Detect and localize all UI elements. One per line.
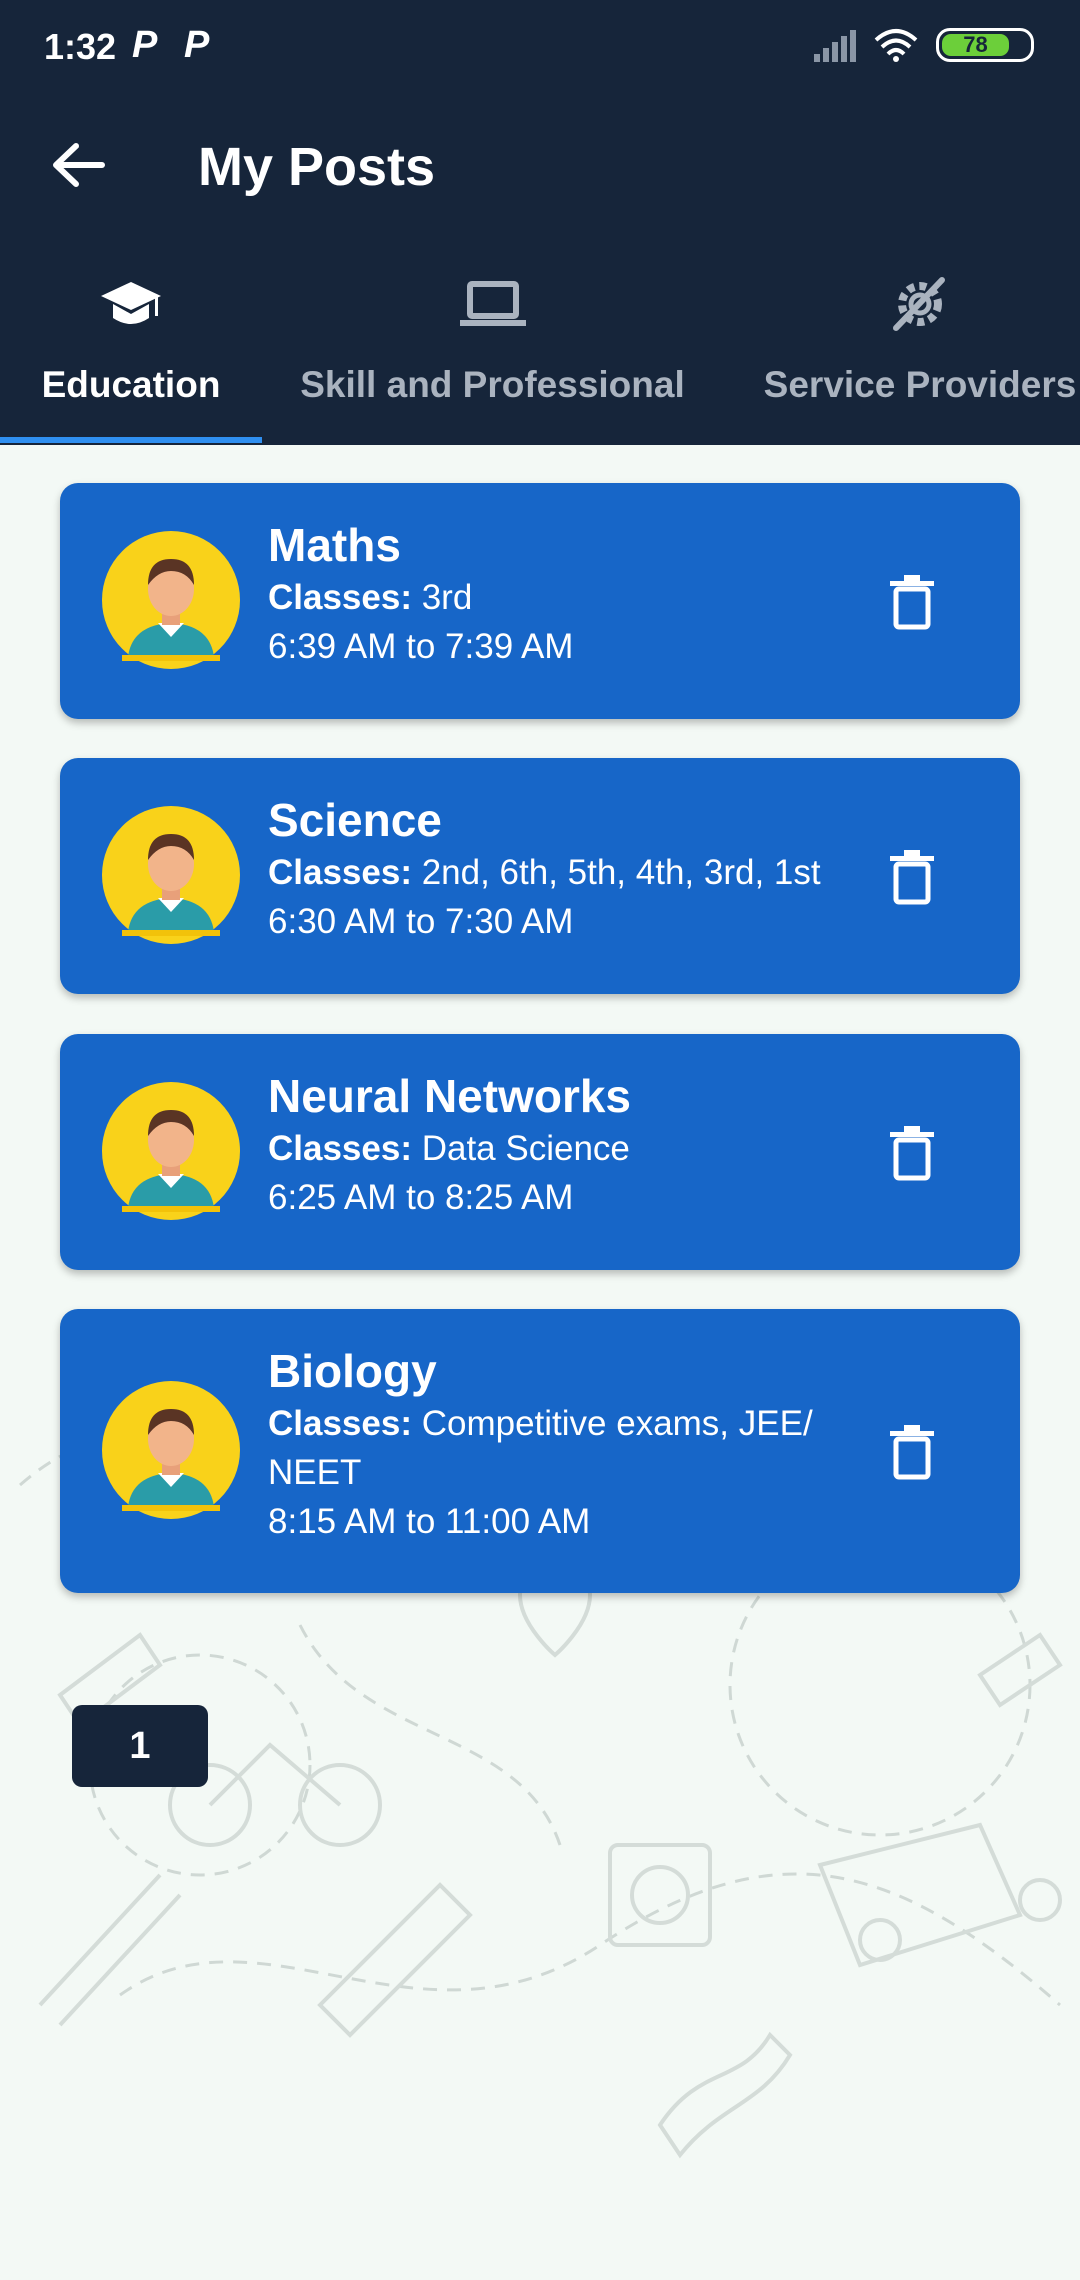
post-details: Science Classes: 2nd, 6th, 5th, 4th, 3rd…: [268, 792, 908, 946]
tab-label: Service Providers: [763, 364, 1077, 405]
back-arrow-icon[interactable]: [48, 140, 108, 190]
classes-value: 3rd: [411, 578, 473, 617]
signal-icon: [814, 30, 856, 62]
toolbar: My Posts: [0, 110, 1080, 220]
classes-label: Classes:: [268, 1404, 412, 1443]
delete-icon[interactable]: [882, 1421, 942, 1481]
tab-indicator: [0, 437, 262, 443]
classes-label: Classes:: [268, 1129, 412, 1168]
page-title: My Posts: [198, 137, 436, 197]
tab-bar: Education Skill and Professional Service…: [0, 250, 1080, 445]
post-time: 6:39 AM to 7:39 AM: [268, 627, 574, 666]
tab-education[interactable]: Education: [0, 250, 262, 445]
post-subject: Maths: [268, 519, 401, 571]
delete-icon[interactable]: [882, 571, 942, 631]
laptop-icon: [459, 281, 526, 326]
tools-gear-icon: [893, 277, 945, 331]
status-bar: 1:32 P P 78: [0, 0, 1080, 96]
battery-level: 78: [942, 32, 1010, 57]
post-subject: Science: [268, 794, 442, 846]
post-classes: Classes: Data Science: [268, 1124, 908, 1173]
post-details: Neural Networks Classes: Data Science 6:…: [268, 1068, 908, 1222]
graduation-cap-icon: [101, 282, 161, 324]
post-card[interactable]: Neural Networks Classes: Data Science 6:…: [60, 1034, 1020, 1270]
notification-icon: P: [184, 24, 210, 66]
classes-value: 2nd, 6th, 5th, 4th, 3rd, 1st: [411, 853, 821, 892]
tab-label: Skill and Professional: [300, 364, 685, 405]
post-classes: Classes: 3rd: [268, 573, 908, 622]
avatar: [102, 531, 240, 669]
post-card[interactable]: Maths Classes: 3rd 6:39 AM to 7:39 AM: [60, 483, 1020, 719]
post-details: Biology Classes: Competitive exams, JEE/…: [268, 1343, 908, 1546]
post-time: 6:25 AM to 8:25 AM: [268, 1178, 574, 1217]
avatar: [102, 1381, 240, 1519]
avatar: [102, 806, 240, 944]
classes-label: Classes:: [268, 578, 412, 617]
delete-icon[interactable]: [882, 846, 942, 906]
notification-icon: P: [132, 24, 158, 66]
tab-label: Education: [41, 364, 221, 405]
post-time: 8:15 AM to 11:00 AM: [268, 1502, 591, 1541]
page-number-button[interactable]: 1: [72, 1705, 208, 1787]
delete-icon[interactable]: [882, 1122, 942, 1182]
status-time: 1:32: [44, 26, 117, 67]
avatar: [102, 1082, 240, 1220]
post-classes: Classes: 2nd, 6th, 5th, 4th, 3rd, 1st: [268, 848, 908, 897]
tab-skill-professional[interactable]: Skill and Professional: [280, 250, 705, 445]
app-bar: 1:32 P P 78 My Posts Education Skill and…: [0, 0, 1080, 445]
post-subject: Neural Networks: [268, 1070, 632, 1122]
classes-label: Classes:: [268, 853, 412, 892]
tab-service-providers[interactable]: Service Providers: [760, 250, 1080, 445]
post-card[interactable]: Biology Classes: Competitive exams, JEE/…: [60, 1309, 1020, 1593]
post-details: Maths Classes: 3rd 6:39 AM to 7:39 AM: [268, 517, 908, 671]
wifi-icon: [874, 29, 918, 62]
post-subject: Biology: [268, 1345, 437, 1397]
classes-value: Data Science: [411, 1129, 630, 1168]
post-card[interactable]: Science Classes: 2nd, 6th, 5th, 4th, 3rd…: [60, 758, 1020, 994]
post-time: 6:30 AM to 7:30 AM: [268, 902, 574, 941]
battery-icon: 78: [936, 28, 1034, 62]
post-classes: Classes: Competitive exams, JEE/ NEET: [268, 1399, 908, 1497]
